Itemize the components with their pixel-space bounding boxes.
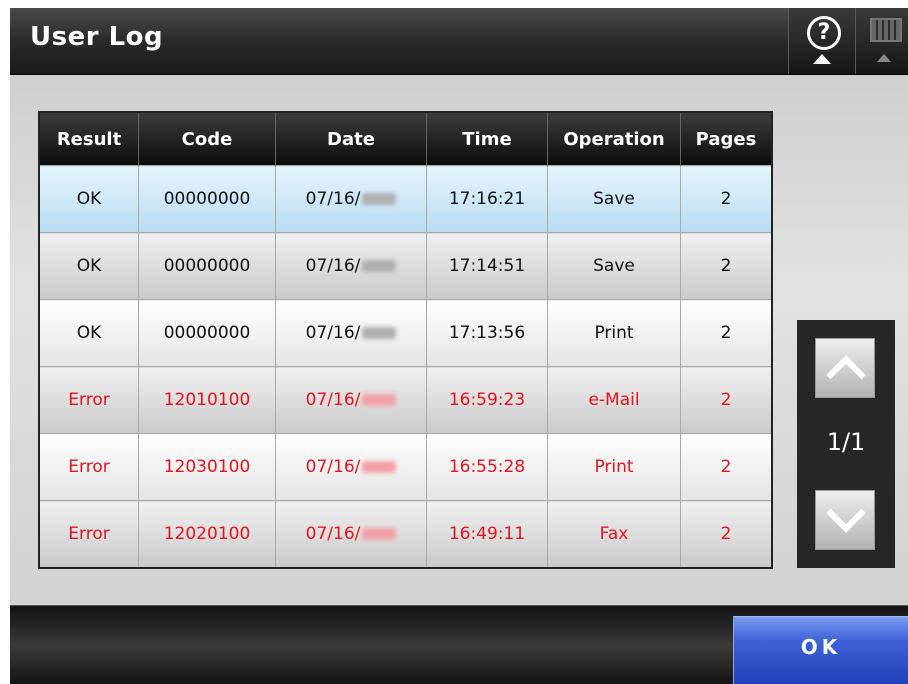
table-row[interactable]: OK 00000000 07/16/ 17:14:51 Save 2 bbox=[38, 232, 773, 300]
cell-pages: 2 bbox=[680, 299, 773, 367]
date-text: 07/16/ bbox=[305, 524, 361, 544]
date-text: 07/16/ bbox=[305, 457, 361, 477]
cell-code: 12020100 bbox=[138, 500, 276, 569]
column-header-time: Time bbox=[426, 112, 548, 166]
redacted-year bbox=[362, 327, 397, 339]
cell-operation: Save bbox=[547, 165, 681, 233]
cell-code: 12010100 bbox=[138, 366, 276, 434]
cell-operation: Fax bbox=[547, 500, 681, 569]
chevron-up-icon bbox=[826, 355, 866, 395]
redacted-year bbox=[362, 461, 397, 473]
date-text: 07/16/ bbox=[305, 189, 361, 209]
cell-time: 17:16:21 bbox=[426, 165, 548, 233]
cell-pages: 2 bbox=[680, 232, 773, 300]
cell-code: 12030100 bbox=[138, 433, 276, 501]
page-navigator: 1/1 bbox=[797, 320, 895, 568]
date-text: 07/16/ bbox=[305, 256, 361, 276]
cell-date: 07/16/ bbox=[275, 366, 427, 434]
table-row[interactable]: Error 12020100 07/16/ 16:49:11 Fax 2 bbox=[38, 500, 773, 569]
cell-pages: 2 bbox=[680, 433, 773, 501]
cell-date: 07/16/ bbox=[275, 299, 427, 367]
cell-operation: Save bbox=[547, 232, 681, 300]
column-header-pages: Pages bbox=[680, 112, 773, 166]
cell-pages: 2 bbox=[680, 366, 773, 434]
redacted-year bbox=[362, 528, 397, 540]
title-bar: User Log ? bbox=[10, 8, 908, 75]
cell-code: 00000000 bbox=[138, 165, 276, 233]
user-log-screen: User Log ? Result Code Date Time Operati… bbox=[10, 8, 908, 684]
cell-pages: 2 bbox=[680, 500, 773, 569]
cell-result: Error bbox=[38, 366, 139, 434]
cell-pages: 2 bbox=[680, 165, 773, 233]
scroll-down-button[interactable] bbox=[815, 490, 875, 550]
user-log-table: Result Code Date Time Operation Pages OK… bbox=[38, 111, 773, 569]
scroll-up-button[interactable] bbox=[815, 338, 875, 398]
chevron-down-icon bbox=[826, 493, 866, 533]
ok-button[interactable]: OK bbox=[733, 616, 908, 684]
cell-date: 07/16/ bbox=[275, 500, 427, 569]
bottom-bar: OK bbox=[10, 605, 908, 684]
redacted-year bbox=[362, 193, 397, 205]
triangle-up-icon bbox=[877, 54, 891, 62]
cell-result: Error bbox=[38, 433, 139, 501]
cell-result: OK bbox=[38, 232, 139, 300]
keyboard-button[interactable] bbox=[855, 8, 908, 74]
cell-operation: Print bbox=[547, 433, 681, 501]
cell-code: 00000000 bbox=[138, 299, 276, 367]
date-text: 07/16/ bbox=[305, 390, 361, 410]
cell-result: Error bbox=[38, 500, 139, 569]
cell-code: 00000000 bbox=[138, 232, 276, 300]
table-header-row: Result Code Date Time Operation Pages bbox=[38, 112, 773, 166]
cell-time: 16:59:23 bbox=[426, 366, 548, 434]
page-indicator: 1/1 bbox=[826, 428, 866, 456]
cell-date: 07/16/ bbox=[275, 232, 427, 300]
cell-result: OK bbox=[38, 165, 139, 233]
question-mark-circle-icon: ? bbox=[807, 16, 841, 50]
cell-date: 07/16/ bbox=[275, 433, 427, 501]
cell-result: OK bbox=[38, 299, 139, 367]
redacted-year bbox=[362, 260, 397, 272]
cell-time: 17:13:56 bbox=[426, 299, 548, 367]
cell-time: 16:55:28 bbox=[426, 433, 548, 501]
column-header-result: Result bbox=[38, 112, 139, 166]
column-header-code: Code bbox=[138, 112, 276, 166]
cell-time: 17:14:51 bbox=[426, 232, 548, 300]
date-text: 07/16/ bbox=[305, 323, 361, 343]
column-header-operation: Operation bbox=[547, 112, 681, 166]
page-title: User Log bbox=[30, 22, 164, 52]
help-button[interactable]: ? bbox=[788, 8, 855, 74]
column-header-date: Date bbox=[275, 112, 427, 166]
keyboard-icon bbox=[870, 18, 902, 42]
cell-date: 07/16/ bbox=[275, 165, 427, 233]
triangle-up-icon bbox=[813, 54, 831, 64]
cell-operation: Print bbox=[547, 299, 681, 367]
cell-time: 16:49:11 bbox=[426, 500, 548, 569]
content-area: Result Code Date Time Operation Pages OK… bbox=[10, 75, 908, 605]
redacted-year bbox=[362, 394, 397, 406]
table-row[interactable]: OK 00000000 07/16/ 17:13:56 Print 2 bbox=[38, 299, 773, 367]
cell-operation: e-Mail bbox=[547, 366, 681, 434]
table-row[interactable]: Error 12030100 07/16/ 16:55:28 Print 2 bbox=[38, 433, 773, 501]
table-row[interactable]: OK 00000000 07/16/ 17:16:21 Save 2 bbox=[38, 165, 773, 233]
table-row[interactable]: Error 12010100 07/16/ 16:59:23 e-Mail 2 bbox=[38, 366, 773, 434]
